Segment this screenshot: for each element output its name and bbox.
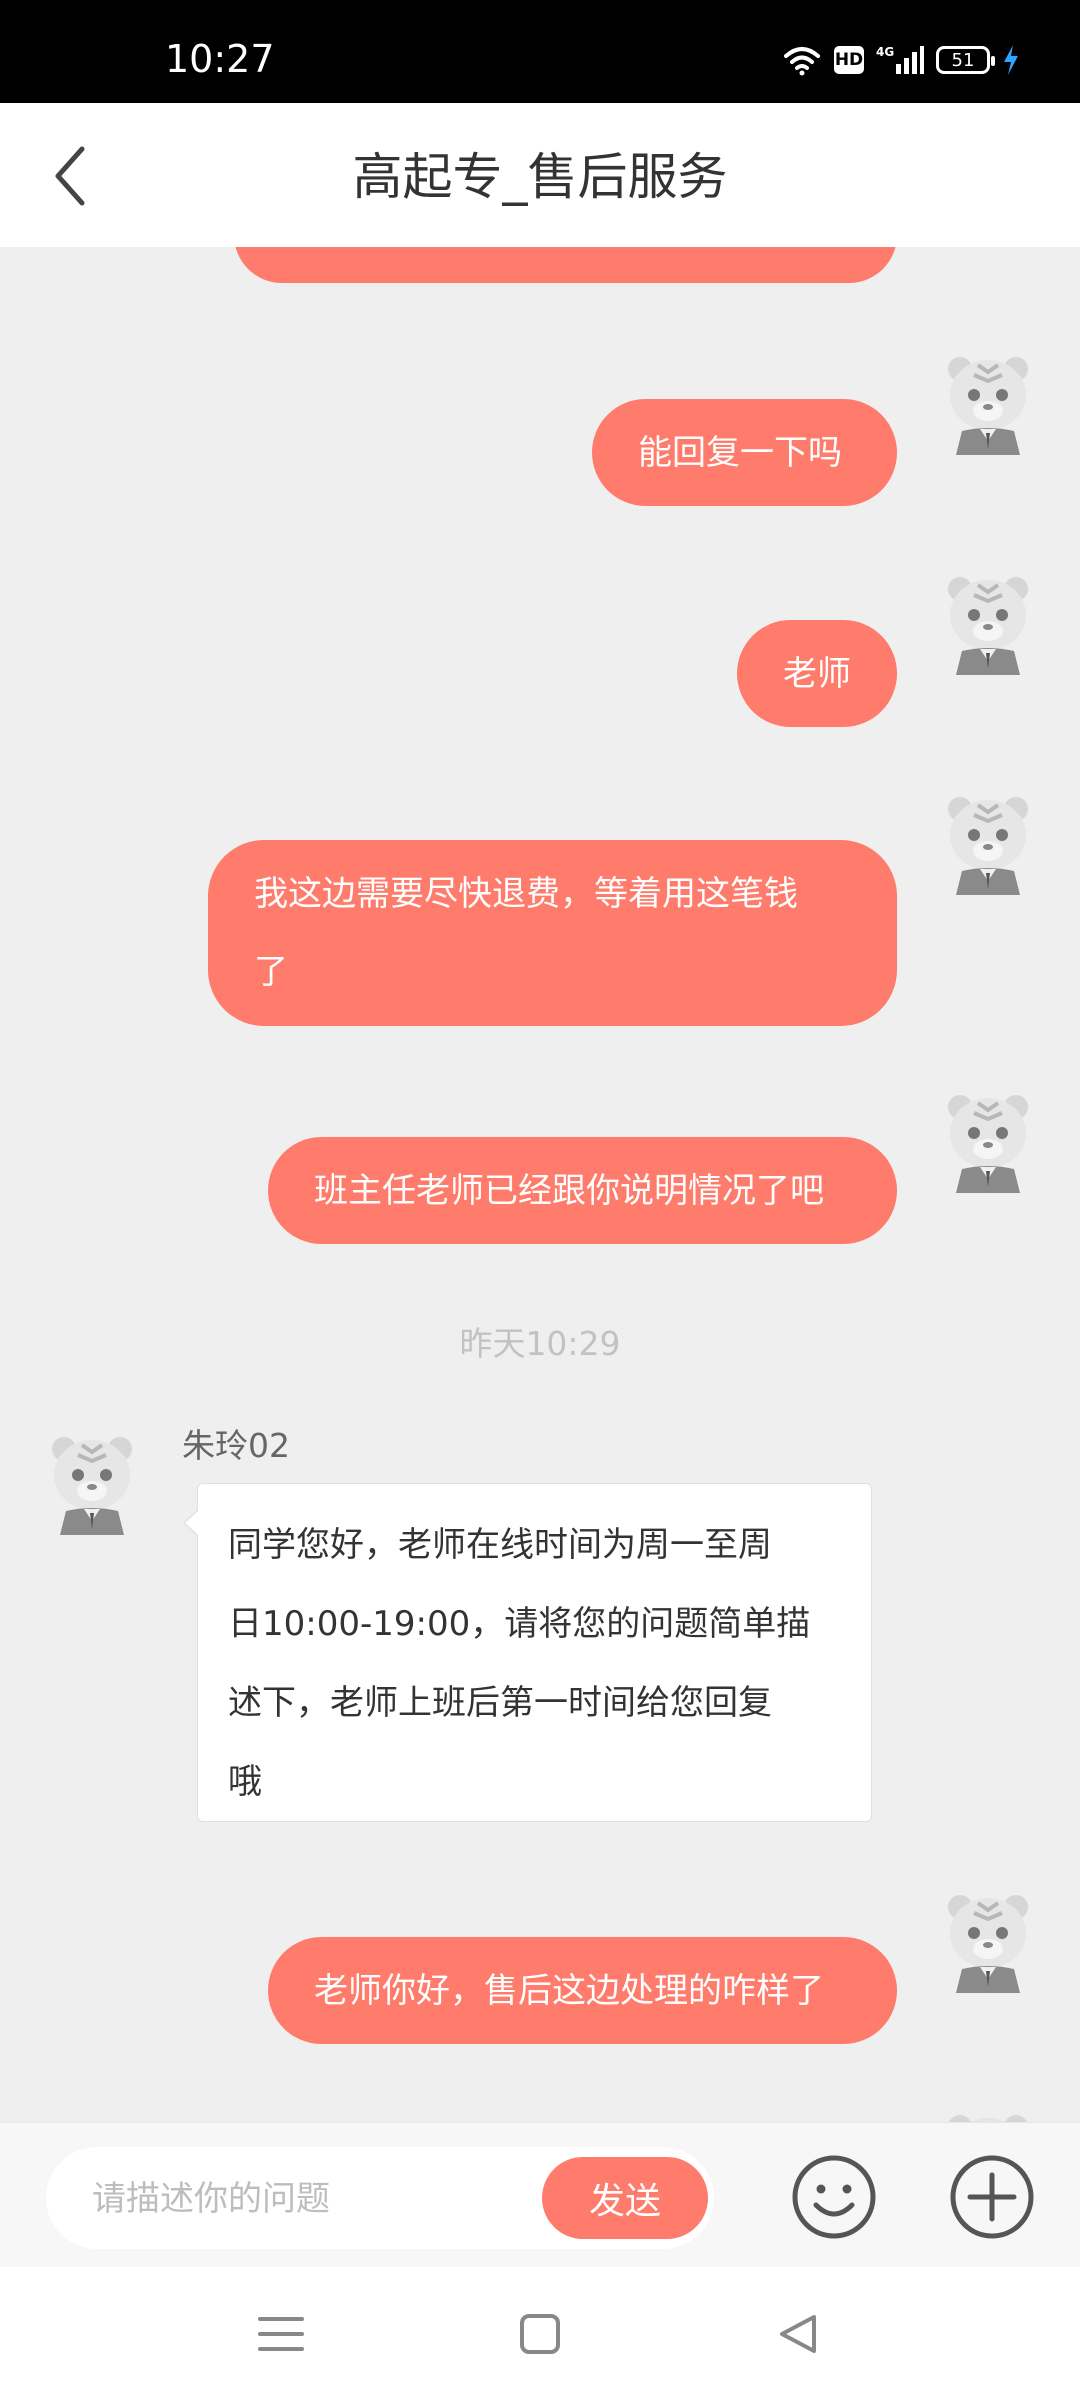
input-bar: 发送: [0, 2122, 1080, 2268]
message-text-line: 同学您好，老师在线时间为周一至周: [228, 1525, 772, 1565]
status-icons: HD 4G 51: [782, 44, 1020, 76]
agent-avatar: [40, 1425, 144, 1535]
plus-icon[interactable]: [948, 2153, 1036, 2241]
battery-level: 51: [951, 49, 975, 71]
battery-icon: 51: [936, 46, 995, 74]
sender-name: 朱玲02: [182, 1426, 290, 1465]
message-text-line: 述下，老师上班后第一时间给您回复: [228, 1683, 772, 1723]
charging-icon: [1004, 45, 1018, 75]
message-text-line: 我这边需要尽快退费，等着用这笔钱: [254, 874, 798, 914]
send-button[interactable]: 发送: [542, 2157, 708, 2239]
user-avatar: [936, 1083, 1040, 1193]
message-bubble: 老师: [737, 620, 897, 727]
status-time: 10:27: [165, 37, 275, 81]
user-avatar: [936, 785, 1040, 895]
user-avatar: [936, 1883, 1040, 1993]
incoming-message-bubble: 同学您好，老师在线时间为周一至周 日10:00-19:00，请将您的问题简单描 …: [183, 1483, 872, 1822]
message-bubble: 班主任老师已经跟你说明情况了吧: [268, 1137, 897, 1244]
signal-icon: 4G: [876, 45, 924, 74]
message-text: 班主任老师已经跟你说明情况了吧: [314, 1170, 824, 1211]
message-text-line: 了: [254, 952, 288, 992]
message-timestamp: 昨天10:29: [459, 1324, 621, 1363]
message-bubble: 我这边需要尽快退费，等着用这笔钱 了: [208, 840, 897, 1026]
message-text-line: 哦: [228, 1762, 262, 1802]
input-container: 发送: [46, 2147, 714, 2251]
network-type: 4G: [876, 45, 894, 59]
message-text-line: 日10:00-19:00，请将您的问题简单描: [228, 1604, 811, 1644]
back-triangle-icon[interactable]: [772, 2307, 826, 2361]
status-bar: 10:27 HD 4G 51: [0, 0, 1080, 103]
message-text: 老师你好，售后这边处理的咋样了: [314, 1970, 824, 2011]
user-avatar-partial: [936, 2103, 1040, 2122]
system-nav-bar: [0, 2267, 1080, 2400]
user-avatar: [936, 565, 1040, 675]
message-bubble-cutoff: [234, 247, 897, 283]
message-input[interactable]: [90, 2147, 514, 2251]
emoji-icon[interactable]: [790, 2153, 878, 2241]
message-bubble: 老师你好，售后这边处理的咋样了: [268, 1937, 897, 2044]
menu-icon[interactable]: [254, 2307, 308, 2361]
header: 高起专_售后服务: [0, 103, 1080, 247]
message-bubble: 能回复一下吗: [592, 399, 897, 506]
hd-badge: HD: [834, 46, 864, 74]
page-title: 高起专_售后服务: [352, 148, 728, 206]
user-avatar: [936, 345, 1040, 455]
message-text: 老师: [783, 653, 851, 694]
chat-area[interactable]: 能回复一下吗 老师 我这边需要尽快退费，等着用这笔钱 了 班主任老师已经跟你说明…: [0, 247, 1080, 2122]
wifi-icon: [784, 47, 820, 76]
home-icon[interactable]: [513, 2307, 567, 2361]
message-text: 能回复一下吗: [638, 432, 842, 473]
